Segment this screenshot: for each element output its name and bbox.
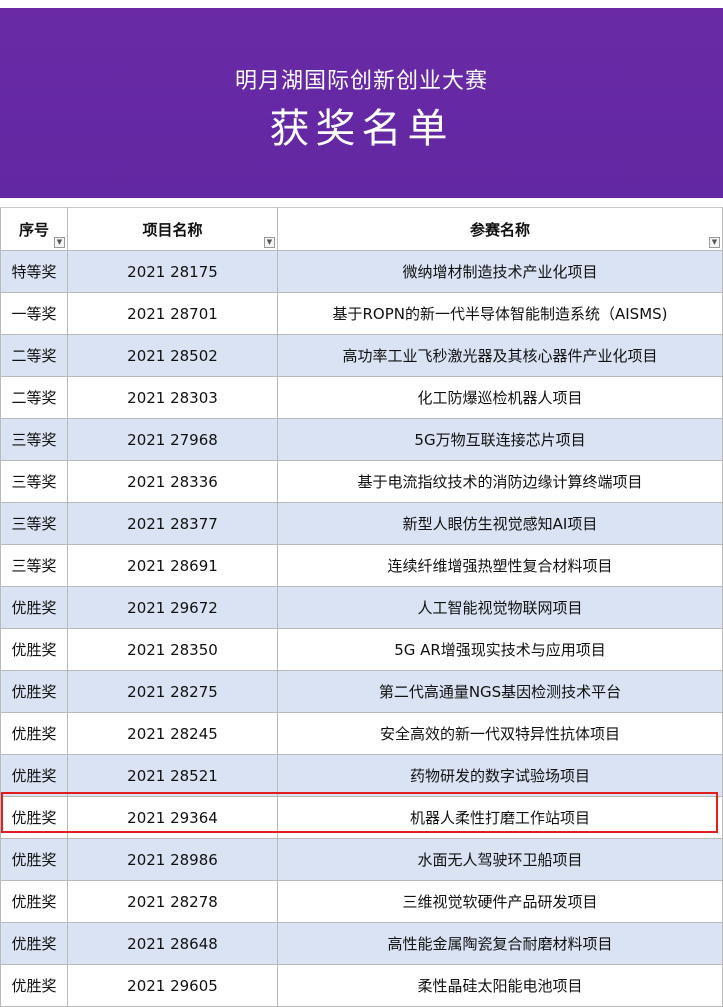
award-cell[interactable]: 优胜奖 bbox=[0, 964, 68, 1007]
award-cell[interactable]: 优胜奖 bbox=[0, 628, 68, 671]
table-row: 三等奖 2021 28377 新型人眼仿生视觉感知AI项目 bbox=[0, 502, 723, 545]
entry-name-cell[interactable]: 化工防爆巡检机器人项目 bbox=[277, 376, 723, 419]
award-cell[interactable]: 二等奖 bbox=[0, 376, 68, 419]
award-cell[interactable]: 三等奖 bbox=[0, 544, 68, 587]
project-id-cell[interactable]: 2021 28336 bbox=[67, 460, 278, 503]
table-header-row: 序号 ▼ 项目名称 ▼ 参赛名称 ▼ bbox=[0, 207, 723, 251]
filter-dropdown-icon[interactable]: ▼ bbox=[264, 237, 275, 248]
project-id-cell[interactable]: 2021 28502 bbox=[67, 334, 278, 377]
award-cell[interactable]: 优胜奖 bbox=[0, 922, 68, 965]
entry-name-cell[interactable]: 高功率工业飞秒激光器及其核心器件产业化项目 bbox=[277, 334, 723, 377]
column-header-label: 参赛名称 bbox=[469, 220, 530, 239]
column-header-entry-name[interactable]: 参赛名称 ▼ bbox=[277, 207, 723, 251]
filter-dropdown-icon[interactable]: ▼ bbox=[54, 237, 65, 248]
award-cell[interactable]: 优胜奖 bbox=[0, 754, 68, 797]
project-id-cell[interactable]: 2021 28377 bbox=[67, 502, 278, 545]
entry-name-cell[interactable]: 基于ROPN的新一代半导体智能制造系统（AISMS) bbox=[277, 292, 723, 335]
table-row: 优胜奖 2021 29672 人工智能视觉物联网项目 bbox=[0, 586, 723, 629]
project-id-cell[interactable]: 2021 28245 bbox=[67, 712, 278, 755]
entry-name-cell[interactable]: 新型人眼仿生视觉感知AI项目 bbox=[277, 502, 723, 545]
table-row: 优胜奖 2021 29605 柔性晶硅太阳能电池项目 bbox=[0, 964, 723, 1007]
entry-name-cell[interactable]: 5G万物互联连接芯片项目 bbox=[277, 418, 723, 461]
project-id-cell[interactable]: 2021 28350 bbox=[67, 628, 278, 671]
project-id-cell[interactable]: 2021 29605 bbox=[67, 964, 278, 1007]
project-id-cell[interactable]: 2021 28691 bbox=[67, 544, 278, 587]
table-row: 三等奖 2021 28336 基于电流指纹技术的消防边缘计算终端项目 bbox=[0, 460, 723, 503]
table-row: 优胜奖 2021 28275 第二代高通量NGS基因检测技术平台 bbox=[0, 670, 723, 713]
table-row: 优胜奖 2021 28521 药物研发的数字试验场项目 bbox=[0, 754, 723, 797]
awards-table: 序号 ▼ 项目名称 ▼ 参赛名称 ▼ 特等奖 2021 28175 微纳增材制造技术… bbox=[0, 207, 723, 1007]
column-header-project-id[interactable]: 项目名称 ▼ bbox=[67, 207, 278, 251]
project-id-cell[interactable]: 2021 28986 bbox=[67, 838, 278, 881]
project-id-cell[interactable]: 2021 29364 bbox=[67, 796, 278, 839]
table-row: 优胜奖 2021 28245 安全高效的新一代双特异性抗体项目 bbox=[0, 712, 723, 755]
column-header-label: 项目名称 bbox=[142, 220, 203, 239]
entry-name-cell[interactable]: 柔性晶硅太阳能电池项目 bbox=[277, 964, 723, 1007]
table-row: 优胜奖 2021 28986 水面无人驾驶环卫船项目 bbox=[0, 838, 723, 881]
award-cell[interactable]: 三等奖 bbox=[0, 502, 68, 545]
table-row: 优胜奖 2021 29364 机器人柔性打磨工作站项目 bbox=[0, 796, 723, 839]
entry-name-cell[interactable]: 高性能金属陶瓷复合耐磨材料项目 bbox=[277, 922, 723, 965]
entry-name-cell[interactable]: 人工智能视觉物联网项目 bbox=[277, 586, 723, 629]
project-id-cell[interactable]: 2021 28278 bbox=[67, 880, 278, 923]
project-id-cell[interactable]: 2021 27968 bbox=[67, 418, 278, 461]
entry-name-cell[interactable]: 三维视觉软硬件产品研发项目 bbox=[277, 880, 723, 923]
award-cell[interactable]: 优胜奖 bbox=[0, 880, 68, 923]
entry-name-cell[interactable]: 微纳增材制造技术产业化项目 bbox=[277, 250, 723, 293]
award-cell[interactable]: 优胜奖 bbox=[0, 796, 68, 839]
table-row: 优胜奖 2021 28278 三维视觉软硬件产品研发项目 bbox=[0, 880, 723, 923]
table-row: 三等奖 2021 27968 5G万物互联连接芯片项目 bbox=[0, 418, 723, 461]
award-cell[interactable]: 优胜奖 bbox=[0, 838, 68, 881]
banner-subtitle: 明月湖国际创新创业大赛 bbox=[234, 69, 488, 94]
table-row: 二等奖 2021 28303 化工防爆巡检机器人项目 bbox=[0, 376, 723, 419]
project-id-cell[interactable]: 2021 28701 bbox=[67, 292, 278, 335]
award-cell[interactable]: 优胜奖 bbox=[0, 712, 68, 755]
entry-name-cell[interactable]: 药物研发的数字试验场项目 bbox=[277, 754, 723, 797]
project-id-cell[interactable]: 2021 28521 bbox=[67, 754, 278, 797]
table-row: 特等奖 2021 28175 微纳增材制造技术产业化项目 bbox=[0, 250, 723, 293]
entry-name-cell[interactable]: 安全高效的新一代双特异性抗体项目 bbox=[277, 712, 723, 755]
column-header-rank[interactable]: 序号 ▼ bbox=[0, 207, 68, 251]
table-row: 优胜奖 2021 28350 5G AR增强现实技术与应用项目 bbox=[0, 628, 723, 671]
table-row: 优胜奖 2021 28648 高性能金属陶瓷复合耐磨材料项目 bbox=[0, 922, 723, 965]
project-id-cell[interactable]: 2021 28648 bbox=[67, 922, 278, 965]
project-id-cell[interactable]: 2021 28303 bbox=[67, 376, 278, 419]
table-row: 一等奖 2021 28701 基于ROPN的新一代半导体智能制造系统（AISMS) bbox=[0, 292, 723, 335]
entry-name-cell[interactable]: 5G AR增强现实技术与应用项目 bbox=[277, 628, 723, 671]
award-cell[interactable]: 一等奖 bbox=[0, 292, 68, 335]
award-cell[interactable]: 二等奖 bbox=[0, 334, 68, 377]
banner-title: 获奖名单 bbox=[269, 106, 454, 152]
entry-name-cell[interactable]: 基于电流指纹技术的消防边缘计算终端项目 bbox=[277, 460, 723, 503]
filter-dropdown-icon[interactable]: ▼ bbox=[709, 237, 720, 248]
entry-name-cell[interactable]: 机器人柔性打磨工作站项目 bbox=[277, 796, 723, 839]
header-banner: 明月湖国际创新创业大赛 获奖名单 bbox=[0, 8, 723, 198]
award-cell[interactable]: 优胜奖 bbox=[0, 670, 68, 713]
column-header-label: 序号 bbox=[18, 220, 49, 239]
project-id-cell[interactable]: 2021 28175 bbox=[67, 250, 278, 293]
table-row: 三等奖 2021 28691 连续纤维增强热塑性复合材料项目 bbox=[0, 544, 723, 587]
award-cell[interactable]: 三等奖 bbox=[0, 460, 68, 503]
entry-name-cell[interactable]: 水面无人驾驶环卫船项目 bbox=[277, 838, 723, 881]
project-id-cell[interactable]: 2021 28275 bbox=[67, 670, 278, 713]
award-cell[interactable]: 优胜奖 bbox=[0, 586, 68, 629]
award-cell[interactable]: 特等奖 bbox=[0, 250, 68, 293]
entry-name-cell[interactable]: 第二代高通量NGS基因检测技术平台 bbox=[277, 670, 723, 713]
entry-name-cell[interactable]: 连续纤维增强热塑性复合材料项目 bbox=[277, 544, 723, 587]
table-row: 二等奖 2021 28502 高功率工业飞秒激光器及其核心器件产业化项目 bbox=[0, 334, 723, 377]
project-id-cell[interactable]: 2021 29672 bbox=[67, 586, 278, 629]
award-cell[interactable]: 三等奖 bbox=[0, 418, 68, 461]
